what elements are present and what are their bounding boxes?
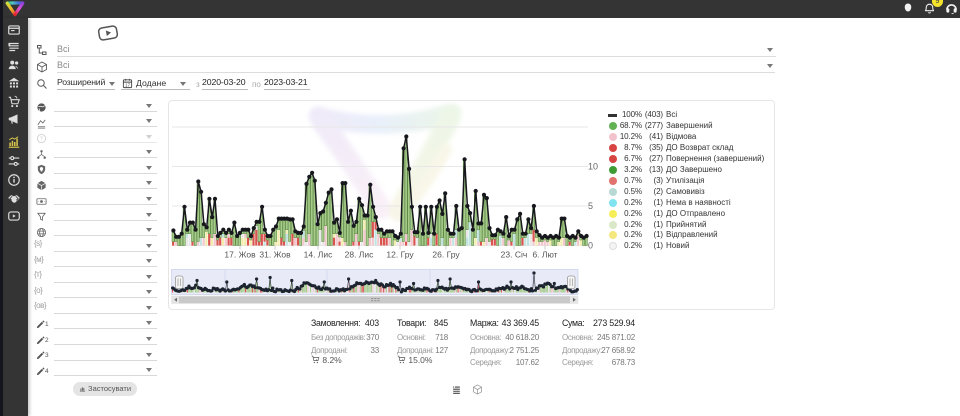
svg-text:12. Гру: 12. Гру <box>386 250 414 260</box>
svg-text:17: 17 <box>125 83 131 88</box>
svg-text:6. Лют: 6. Лют <box>532 250 557 260</box>
svg-text:10: 10 <box>588 162 598 172</box>
svg-text:5: 5 <box>588 201 593 211</box>
svg-text:23. Січ: 23. Січ <box>501 250 528 260</box>
svg-text:x: x <box>316 358 318 362</box>
svg-text:28. Лис: 28. Лис <box>345 250 375 260</box>
svg-text:?: ? <box>40 137 43 143</box>
svg-text:26. Гру: 26. Гру <box>432 250 460 260</box>
svg-text:17. Жов: 17. Жов <box>224 250 256 260</box>
svg-text:x: x <box>402 358 404 362</box>
svg-text:31. Жов: 31. Жов <box>259 250 291 260</box>
svg-text:14. Лис: 14. Лис <box>304 250 334 260</box>
svg-text:0: 0 <box>588 241 593 251</box>
